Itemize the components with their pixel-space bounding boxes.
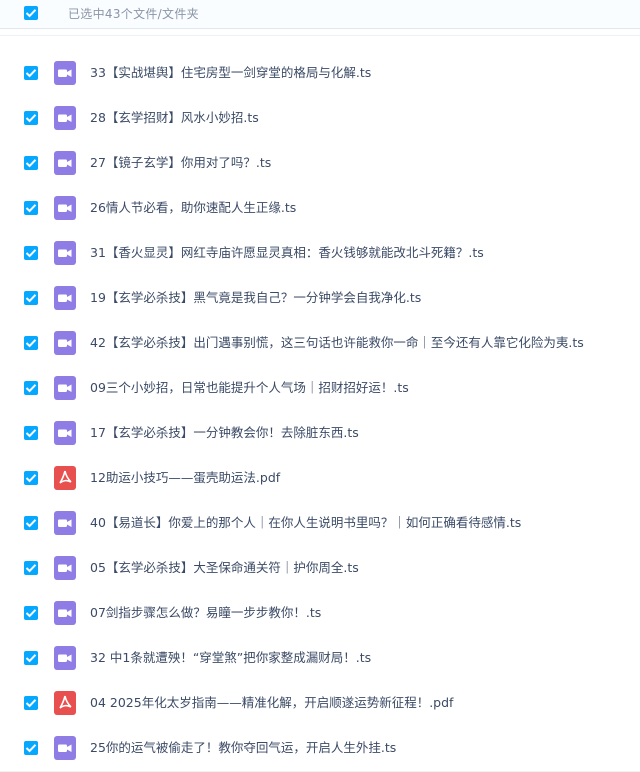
file-row[interactable]: 31【香火显灵】网红寺庙许愿显灵真相：香火钱够就能改北斗死籍？.ts <box>0 231 640 277</box>
row-checkbox[interactable] <box>24 471 38 485</box>
file-row[interactable]: 33【实战堪舆】住宅房型一剑穿堂的格局与化解.ts <box>0 51 640 97</box>
file-name[interactable]: 42【玄学必杀技】出门遇事别慌，这三句话也许能救你一命｜至今还有人靠它化险为夷.… <box>90 334 584 352</box>
file-name[interactable]: 25你的运气被偷走了！教你夺回气运，开启人生外挂.ts <box>90 739 396 757</box>
file-name[interactable]: 27【镜子玄学】你用对了吗？.ts <box>90 154 271 172</box>
video-file-icon <box>54 646 76 670</box>
file-row[interactable]: 42【玄学必杀技】出门遇事别慌，这三句话也许能救你一命｜至今还有人靠它化险为夷.… <box>0 321 640 367</box>
video-file-icon <box>54 736 76 760</box>
row-checkbox[interactable] <box>24 651 38 665</box>
file-name[interactable]: 07剑指步骤怎么做？易瞳一步步教你！.ts <box>90 604 321 622</box>
file-row[interactable]: 17【玄学必杀技】一分钟教会你！去除脏东西.ts <box>0 411 640 457</box>
row-checkbox[interactable] <box>24 516 38 530</box>
row-checkbox[interactable] <box>24 111 38 125</box>
row-checkbox[interactable] <box>24 156 38 170</box>
file-name[interactable]: 40【易道长】你爱上的那个人｜在你人生说明书里吗？｜如何正确看待感情.ts <box>90 514 521 532</box>
pdf-file-icon <box>54 691 76 715</box>
file-name[interactable]: 31【香火显灵】网红寺庙许愿显灵真相：香火钱够就能改北斗死籍？.ts <box>90 244 484 262</box>
select-all-checkbox[interactable] <box>24 6 38 20</box>
row-checkbox[interactable] <box>24 561 38 575</box>
file-row[interactable]: 04 2025年化太岁指南——精准化解，开启顺遂运势新征程！.pdf <box>0 681 640 727</box>
pdf-file-icon <box>54 466 76 490</box>
video-file-icon <box>54 151 76 175</box>
file-row[interactable]: 27【镜子玄学】你用对了吗？.ts <box>0 141 640 187</box>
row-checkbox[interactable] <box>24 201 38 215</box>
row-checkbox[interactable] <box>24 741 38 755</box>
video-file-icon <box>54 106 76 130</box>
file-name[interactable]: 09三个小妙招，日常也能提升个人气场｜招财招好运！.ts <box>90 379 409 397</box>
video-file-icon <box>54 601 76 625</box>
row-checkbox[interactable] <box>24 336 38 350</box>
video-file-icon <box>54 286 76 310</box>
video-file-icon <box>54 511 76 535</box>
file-name[interactable]: 05【玄学必杀技】大圣保命通关符｜护你周全.ts <box>90 559 359 577</box>
selection-count-text: 已选中43个文件/文件夹 <box>68 7 199 21</box>
video-file-icon <box>54 331 76 355</box>
file-row[interactable]: 12助运小技巧——蛋壳助运法.pdf <box>0 456 640 502</box>
video-file-icon <box>54 421 76 445</box>
file-row[interactable]: 05【玄学必杀技】大圣保命通关符｜护你周全.ts <box>0 546 640 592</box>
file-row[interactable]: 07剑指步骤怎么做？易瞳一步步教你！.ts <box>0 591 640 637</box>
video-file-icon <box>54 61 76 85</box>
file-name[interactable]: 17【玄学必杀技】一分钟教会你！去除脏东西.ts <box>90 424 359 442</box>
file-row[interactable]: 26情人节必看，助你速配人生正缘.ts <box>0 186 640 232</box>
row-checkbox[interactable] <box>24 291 38 305</box>
video-file-icon <box>54 556 76 580</box>
video-file-icon <box>54 196 76 220</box>
file-row[interactable]: 32 中1条就遭殃！“穿堂煞”把你家整成漏财局！.ts <box>0 636 640 682</box>
file-name[interactable]: 19【玄学必杀技】黑气竟是我自己？一分钟学会自我净化.ts <box>90 289 421 307</box>
row-checkbox[interactable] <box>24 381 38 395</box>
video-file-icon <box>54 241 76 265</box>
file-name[interactable]: 26情人节必看，助你速配人生正缘.ts <box>90 199 296 217</box>
file-name[interactable]: 28【玄学招财】风水小妙招.ts <box>90 109 259 127</box>
selection-header: 已选中43个文件/文件夹 <box>0 0 640 29</box>
row-checkbox[interactable] <box>24 246 38 260</box>
row-checkbox[interactable] <box>24 426 38 440</box>
file-name[interactable]: 04 2025年化太岁指南——精准化解，开启顺遂运势新征程！.pdf <box>90 694 453 712</box>
file-name[interactable]: 12助运小技巧——蛋壳助运法.pdf <box>90 469 280 487</box>
file-row[interactable]: 40【易道长】你爱上的那个人｜在你人生说明书里吗？｜如何正确看待感情.ts <box>0 501 640 547</box>
file-row[interactable]: 25你的运气被偷走了！教你夺回气运，开启人生外挂.ts <box>0 726 640 772</box>
file-row[interactable]: 28【玄学招财】风水小妙招.ts <box>0 96 640 142</box>
row-checkbox[interactable] <box>24 606 38 620</box>
row-checkbox[interactable] <box>24 696 38 710</box>
file-name[interactable]: 32 中1条就遭殃！“穿堂煞”把你家整成漏财局！.ts <box>90 649 371 667</box>
row-checkbox[interactable] <box>24 66 38 80</box>
file-row[interactable]: 19【玄学必杀技】黑气竟是我自己？一分钟学会自我净化.ts <box>0 276 640 322</box>
file-row[interactable]: 09三个小妙招，日常也能提升个人气场｜招财招好运！.ts <box>0 366 640 412</box>
video-file-icon <box>54 376 76 400</box>
file-name[interactable]: 33【实战堪舆】住宅房型一剑穿堂的格局与化解.ts <box>90 64 371 82</box>
